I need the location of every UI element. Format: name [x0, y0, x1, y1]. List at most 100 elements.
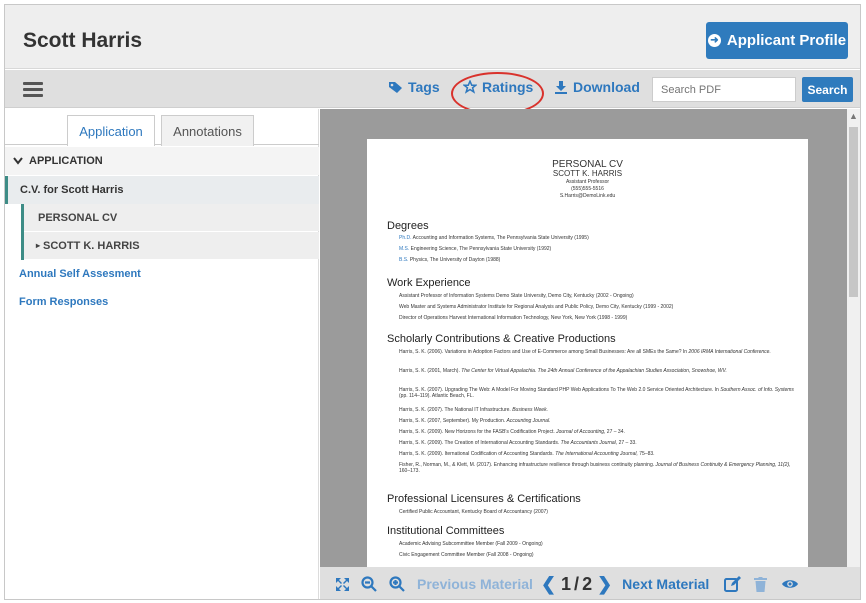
chevron-right-icon[interactable]: ❯ [597, 574, 612, 595]
tab-annotations[interactable]: Annotations [161, 115, 254, 146]
licensure-heading: Professional Licensures & Certifications [387, 493, 581, 505]
section-application-label: APPLICATION [29, 155, 103, 167]
sidebar-item-form-responses[interactable]: Form Responses [5, 288, 319, 316]
ref-italic: The Accountants Journal, [560, 440, 618, 446]
ref-italic: Accounting Journal. [506, 418, 551, 424]
page-separator: / [574, 573, 580, 594]
zoom-in-icon[interactable] [389, 576, 405, 592]
next-material-button[interactable]: Next Material [622, 576, 709, 592]
download-label: Download [573, 79, 640, 95]
header-bar: Scott Harris ➜ Applicant Profile [5, 5, 860, 69]
ref-text: Harris, S. K. (2009). New Horizons for t… [399, 429, 557, 435]
pdf-phone: (555)555-5516 [571, 186, 604, 192]
sidebar-tabs: Application Annotations [5, 109, 319, 146]
trash-icon[interactable] [753, 576, 767, 592]
ref-text: Harris, S. K. (2001, March). [399, 368, 462, 374]
committee-line: Academic Advising Subcommittee Member (F… [399, 541, 543, 547]
committees-heading: Institutional Committees [387, 525, 505, 537]
previous-material-button[interactable]: Previous Material [417, 576, 533, 592]
applicant-profile-label: Applicant Profile [726, 32, 847, 49]
work-line: Web Master and Systems Administrator Ins… [399, 304, 674, 310]
pdf-scrollbar[interactable]: ▲ [847, 109, 860, 567]
ref-text: Harris, S. K. (2007, September). My Prod… [399, 418, 507, 424]
work-line: Assistant Professor of Information Syste… [399, 293, 634, 299]
pdf-role: Assistant Professor [565, 179, 610, 185]
expand-icon[interactable] [334, 577, 350, 592]
committee-line: Civic Engagement Committee Member (Fall … [399, 552, 534, 558]
scholarly-line: Harris, S. K. (2009). Iternational Codif… [399, 451, 799, 457]
ref-italic: The Center for Virtual Appalachia. The 2… [461, 368, 727, 374]
arrow-circle-icon: ➜ [707, 34, 721, 47]
ref-italic: Journal of Accounting, [556, 429, 606, 435]
page-title: Scott Harris [23, 29, 143, 52]
tab-application[interactable]: Application [67, 115, 155, 146]
scholarly-line: Harris, S. K. (2009). New Horizons for t… [399, 429, 799, 435]
sidebar-item-scott-k-harris[interactable]: ▸ SCOTT K. HARRIS [24, 232, 319, 259]
ref-tail: 27 – 33. [617, 440, 637, 446]
tag-icon [389, 81, 402, 93]
ref-italic: 2006 IRMA International Conference. [688, 349, 771, 355]
ref-italic: Southern Assoc. of Info. Systems [720, 387, 794, 393]
degree-text: Physics, The University of Dayton (1988) [408, 257, 501, 263]
pdf-name: SCOTT K. HARRIS [552, 169, 623, 178]
ref-tail: 75–83. [637, 451, 655, 457]
ref-text: Harris, S. K. (2009). Iternational Codif… [399, 451, 556, 457]
scroll-thumb[interactable] [849, 127, 858, 297]
licensure-line: Certified Public Accountant, Kentucky Bo… [399, 509, 548, 515]
degree-line: M.S. Engineering Science, The Pennsylvan… [399, 246, 799, 252]
page-current: 1 [561, 573, 572, 594]
search-pdf-input[interactable] [652, 77, 796, 102]
sidebar-item-cv[interactable]: C.V. for Scott Harris [5, 176, 319, 204]
sidebar-item-annual-self-assesment[interactable]: Annual Self Assesment [5, 260, 319, 288]
zoom-out-icon[interactable] [361, 576, 377, 592]
ref-tail: (pp. 114–119). Atlantic Beach, FL. [399, 393, 474, 399]
ref-text: Harris, S. K. (2009). The Creation of In… [399, 440, 561, 446]
download-icon [555, 81, 567, 94]
eye-icon[interactable] [781, 578, 799, 590]
chevron-left-icon[interactable]: ❮ [541, 574, 556, 595]
scholarly-heading: Scholarly Contributions & Creative Produ… [387, 333, 616, 345]
personal-cv-label: PERSONAL CV [38, 211, 118, 224]
degree-key: M.S. [399, 246, 410, 252]
tags-label: Tags [408, 79, 440, 95]
ref-tail: 160–173. [399, 468, 420, 474]
section-application[interactable]: APPLICATION [5, 147, 319, 175]
degree-line: B.S. Physics, The University of Dayton (… [399, 257, 799, 263]
app-window: Scott Harris ➜ Applicant Profile Tags Ra… [4, 4, 861, 600]
sidebar-item-personal-cv[interactable]: PERSONAL CV [24, 204, 319, 231]
caret-right-icon: ▸ [36, 241, 41, 250]
search-button[interactable]: Search [802, 77, 853, 102]
pdf-email: S.Harris@DemoLink.edu [559, 193, 616, 199]
ref-text: Harris, S. K. (2007). The National IT In… [399, 407, 513, 413]
ref-italic: Journal of Business Continuity & Emergen… [655, 462, 791, 468]
scholarly-line: Fisher, R., Norman, M., & Klett, M. (201… [399, 462, 799, 474]
pdf-page: PERSONAL CV SCOTT K. HARRIS Assistant Pr… [367, 139, 808, 567]
scott-k-harris-label: SCOTT K. HARRIS [43, 239, 140, 252]
degree-line: Ph.D. Accounting and Information Systems… [399, 235, 799, 241]
pdf-bottom-bar: Previous Material ❮ 1 / 2 ❯ Next Materia… [320, 567, 860, 599]
ref-italic: Business Week. [512, 407, 548, 413]
menu-icon[interactable] [23, 82, 43, 97]
ref-text: Fisher, R., Norman, M., & Klett, M. (201… [399, 462, 656, 468]
degree-text: Accounting and Information Systems, The … [411, 235, 589, 241]
applicant-profile-button[interactable]: ➜ Applicant Profile [706, 22, 848, 59]
scholarly-line: Harris, S. K. (2007, September). My Prod… [399, 418, 799, 424]
chevron-down-icon [13, 157, 23, 165]
ref-text: Harris, S. K. (2006). Variations in Adop… [399, 349, 689, 355]
download-button[interactable]: Download [554, 79, 640, 95]
scholarly-line: Harris, S. K. (2009). The Creation of In… [399, 440, 799, 446]
work-heading: Work Experience [387, 277, 471, 289]
scholarly-line: Harris, S. K. (2006). Variations in Adop… [399, 349, 799, 361]
degrees-heading: Degrees [387, 220, 429, 232]
tags-button[interactable]: Tags [388, 79, 440, 95]
ref-tail: 27 – 34. [605, 429, 625, 435]
cv-children: PERSONAL CV ▸ SCOTT K. HARRIS [21, 204, 319, 260]
degree-text: Engineering Science, The Pennsylvania St… [409, 246, 552, 252]
edit-icon[interactable] [723, 576, 741, 592]
scholarly-line: Harris, S. K. (2001, March). The Center … [399, 368, 799, 380]
scroll-up-icon[interactable]: ▲ [847, 111, 860, 121]
degree-key: Ph.D. [399, 235, 412, 241]
sidebar: Application Annotations APPLICATION C.V.… [5, 109, 319, 599]
pdf-viewer[interactable]: PERSONAL CV SCOTT K. HARRIS Assistant Pr… [320, 109, 860, 567]
page-total: 2 [582, 573, 593, 594]
